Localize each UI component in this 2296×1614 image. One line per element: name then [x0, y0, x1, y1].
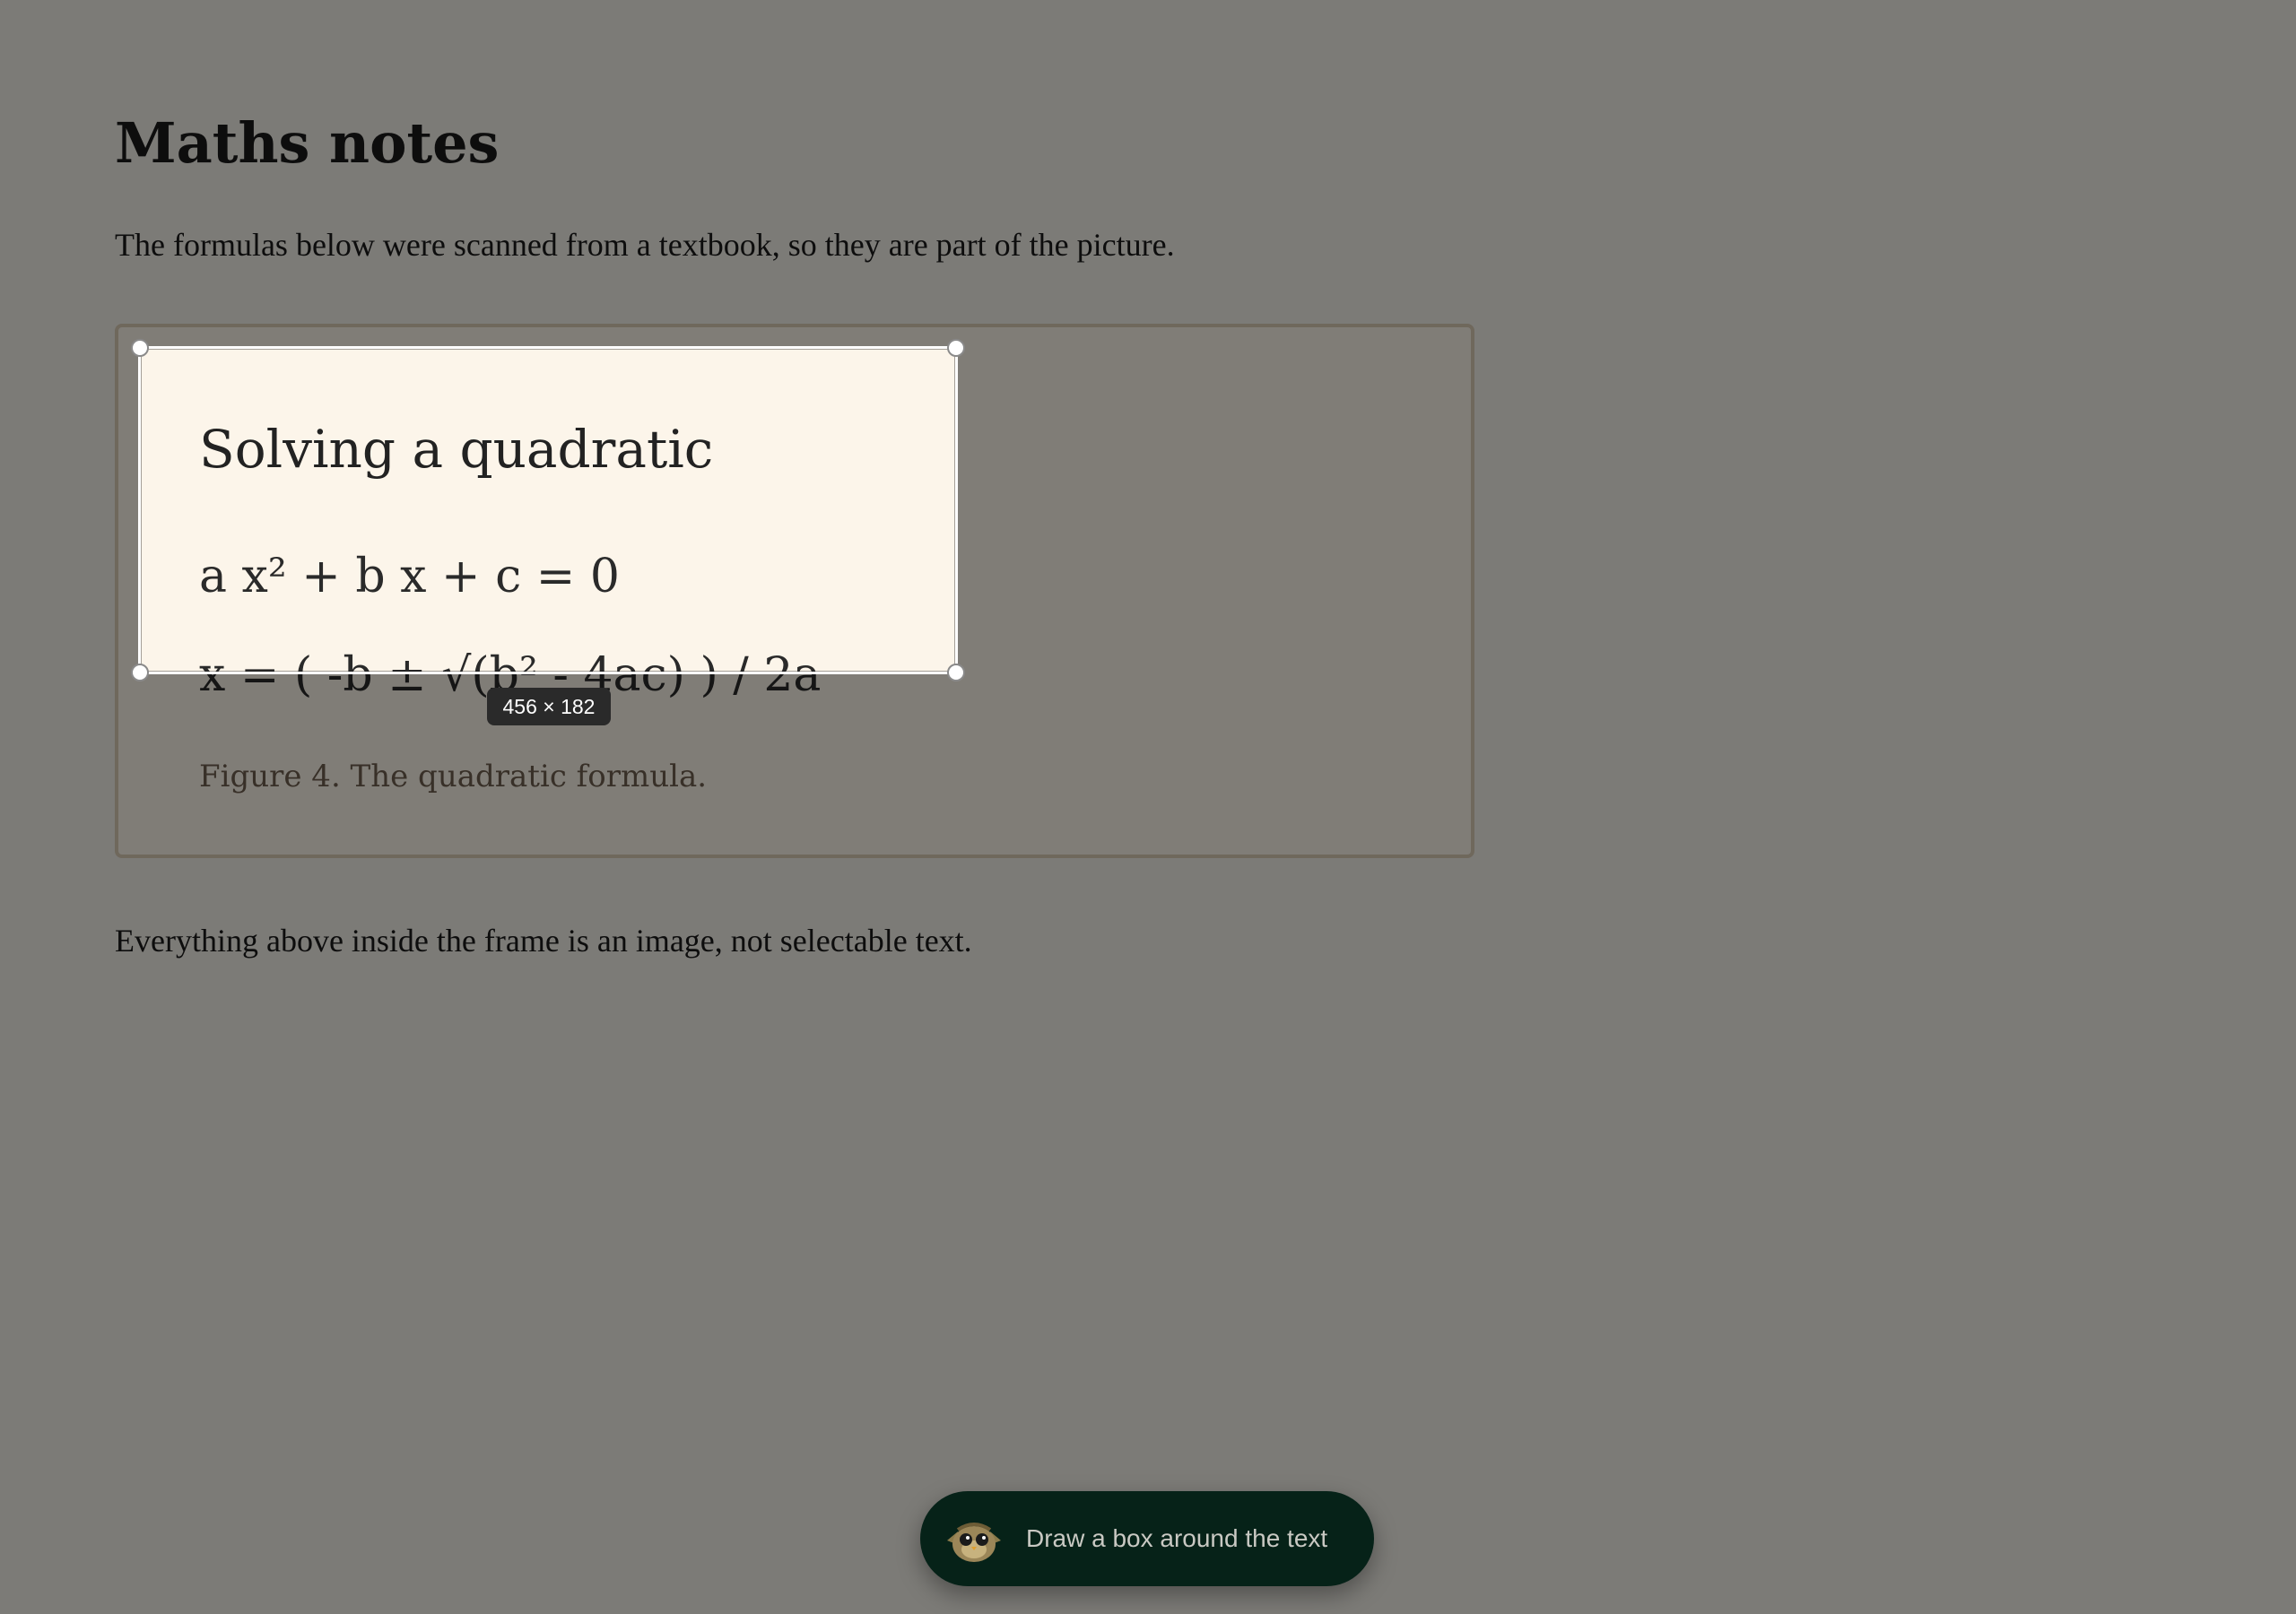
intro-paragraph: The formulas below were scanned from a t… [115, 227, 1175, 263]
resize-handle-bottom-right[interactable] [947, 664, 965, 681]
page: Maths notes The formulas below were scan… [0, 0, 2296, 1614]
mascot-icon [947, 1523, 1001, 1562]
resize-handle-bottom-left[interactable] [131, 664, 149, 681]
selection-box[interactable] [131, 339, 965, 681]
outro-paragraph: Everything above inside the frame is an … [115, 923, 972, 959]
resize-handle-top-left[interactable] [131, 339, 149, 357]
scanned-figure-caption: Figure 4. The quadratic formula. [199, 759, 708, 794]
instruction-pill: Draw a box around the text [920, 1491, 1374, 1586]
instruction-text: Draw a box around the text [1026, 1524, 1328, 1552]
selection-size-label: 456 × 182 [487, 688, 611, 725]
resize-handle-top-right[interactable] [947, 339, 965, 357]
page-title: Maths notes [115, 110, 500, 176]
